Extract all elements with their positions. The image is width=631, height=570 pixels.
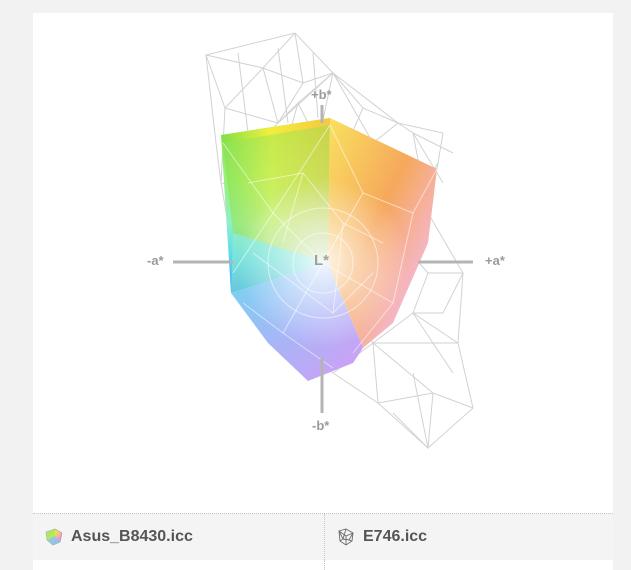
gamut-panel: +b* -b* -a* +a* L* xyxy=(33,13,613,513)
legend-item-e746: E746.icc xyxy=(324,514,614,560)
profile-legend: Asus_B8430.icc E746.icc xyxy=(33,513,613,561)
legend-item-asus: Asus_B8430.icc xyxy=(33,514,323,560)
wireframe-gamut-icon xyxy=(335,526,357,548)
axis-label-plus-a: +a* xyxy=(485,253,505,268)
legend-label-asus: Asus_B8430.icc xyxy=(71,528,193,545)
axis-label-minus-b: -b* xyxy=(312,418,330,433)
color-gamut-icon xyxy=(43,526,65,548)
legend-bottom-strip xyxy=(33,560,613,570)
axis-label-minus-a: -a* xyxy=(147,253,164,268)
legend-label-e746: E746.icc xyxy=(363,528,428,545)
legend-divider xyxy=(324,560,325,570)
axis-label-l: L* xyxy=(314,252,329,269)
axis-label-plus-b: +b* xyxy=(311,87,332,102)
